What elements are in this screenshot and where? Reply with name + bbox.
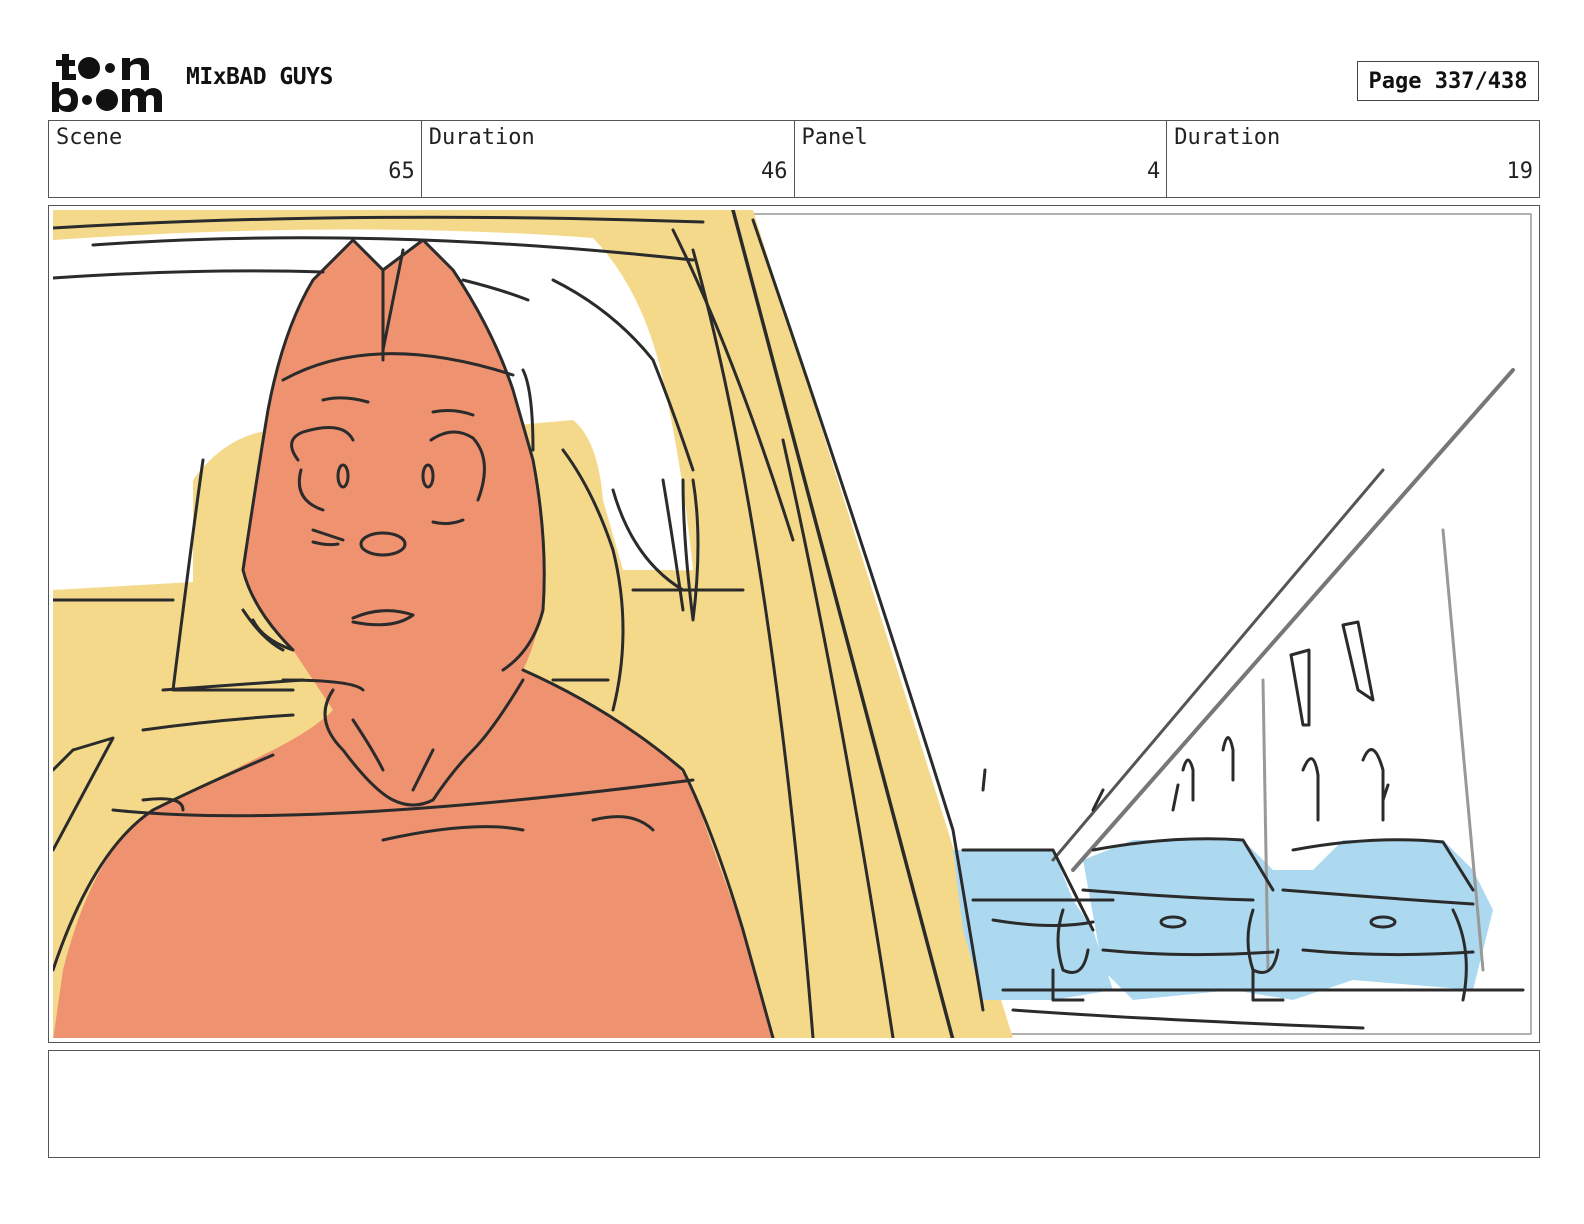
toon-boom-logo	[50, 50, 166, 114]
scene-duration-label: Duration	[428, 125, 535, 150]
page-indicator: Page 337/438	[1357, 61, 1539, 101]
panel-cell: Panel 4	[795, 121, 1168, 197]
panel-duration-label: Duration	[1174, 125, 1281, 150]
storyboard-sketch	[53, 210, 1532, 1038]
notes-box	[48, 1050, 1540, 1158]
scene-cell: Scene 65	[49, 121, 422, 197]
panel-label: Panel	[801, 125, 868, 150]
panel-duration-cell: Duration 19	[1167, 121, 1539, 197]
scene-duration-value: 46	[761, 159, 788, 184]
scene-duration-cell: Duration 46	[422, 121, 795, 197]
storyboard-panel	[48, 205, 1540, 1043]
scene-info-table: Scene 65 Duration 46 Panel 4 Duration 19	[48, 120, 1540, 198]
project-title: MIxBAD GUYS	[186, 64, 333, 90]
panel-duration-value: 19	[1506, 159, 1534, 184]
scene-label: Scene	[56, 125, 123, 150]
scene-value: 65	[388, 159, 415, 184]
panel-value: 4	[1147, 159, 1161, 184]
